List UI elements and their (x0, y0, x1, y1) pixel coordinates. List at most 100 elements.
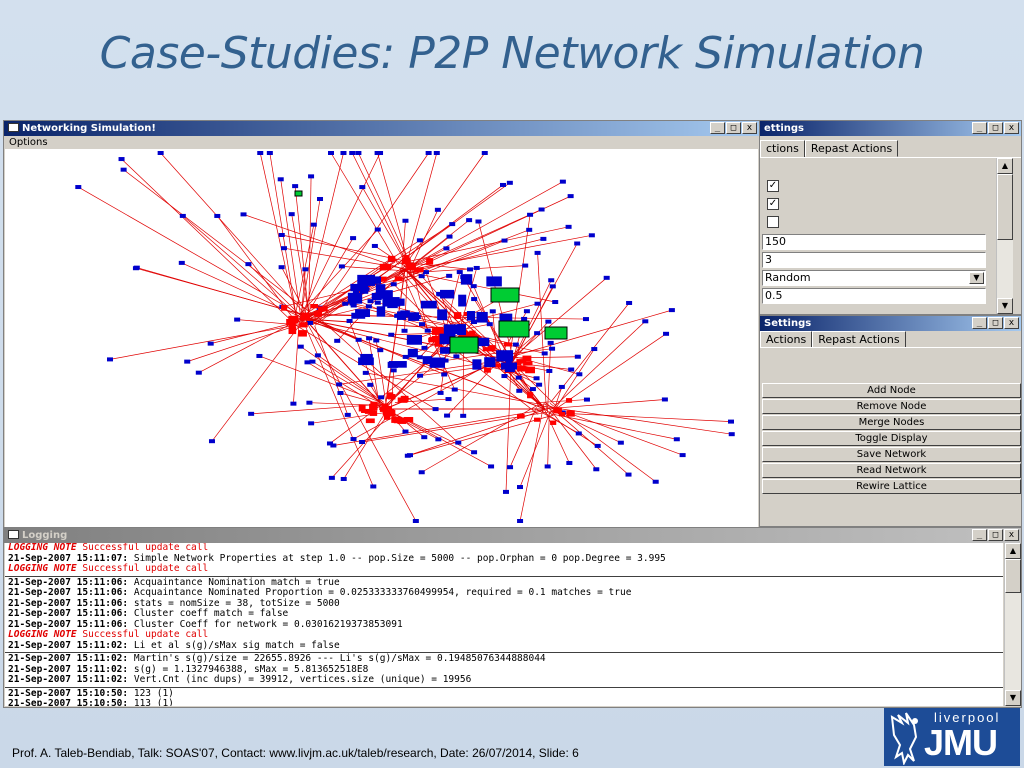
scroll-up-button[interactable]: ▲ (997, 158, 1013, 174)
peer-node (594, 443, 601, 448)
maximize-button[interactable]: □ (988, 529, 1003, 541)
rewire-lattice-button[interactable]: Rewire Lattice (762, 479, 1021, 494)
save-network-button[interactable]: Save Network (762, 447, 1021, 462)
tab-actions[interactable]: ctions (760, 140, 805, 157)
close-button[interactable]: x (1004, 317, 1019, 329)
minimize-button[interactable]: _ (972, 529, 987, 541)
peer-node (626, 300, 633, 305)
peer-node (416, 238, 423, 243)
minimize-button[interactable]: _ (972, 317, 987, 329)
log-timestamp: 21-Sep-2007 15:11:07: (8, 552, 129, 564)
peer-node (393, 298, 405, 306)
peer-node (449, 222, 456, 227)
peer-node (307, 320, 314, 325)
tab-repast-actions[interactable]: Repast Actions (804, 140, 899, 157)
network-edge (401, 220, 406, 273)
chevron-down-icon[interactable]: ▼ (969, 272, 984, 284)
checkbox-param-2[interactable]: ✓ (767, 198, 779, 210)
tab-repast-actions[interactable]: Repast Actions (812, 331, 906, 348)
scroll-down-button[interactable]: ▼ (997, 298, 1013, 314)
network-edge (243, 214, 409, 272)
checkbox-param-1[interactable]: ✓ (767, 180, 779, 192)
super-peer-node (490, 287, 520, 303)
close-button[interactable]: x (742, 122, 757, 134)
scroll-up-button[interactable]: ▲ (1005, 543, 1021, 559)
peer-node (567, 194, 574, 199)
network-edge (198, 317, 303, 373)
peer-node (437, 390, 444, 395)
param-field-3[interactable]: 0.5 (762, 288, 986, 304)
peer-node (344, 412, 351, 417)
param-field-1[interactable]: 150 (762, 234, 986, 250)
peer-node (359, 440, 366, 445)
param-dropdown[interactable]: Random ▼ (762, 270, 986, 286)
peer-node (541, 351, 548, 356)
maximize-button[interactable]: □ (988, 122, 1003, 134)
hub-cluster-node (310, 304, 319, 309)
peer-node (488, 464, 495, 469)
peer-node (365, 304, 372, 309)
network-edges (78, 152, 732, 522)
peer-node (583, 397, 590, 402)
peer-node (396, 311, 407, 320)
peer-node (668, 308, 675, 313)
scroll-thumb[interactable] (1005, 559, 1021, 593)
peer-node (642, 319, 649, 324)
log-message: s(g) = 1.1327946388, sMax = 5.813652518E… (133, 663, 369, 675)
network-graph-canvas[interactable] (5, 149, 758, 527)
peer-node (362, 370, 369, 375)
peer-node (568, 367, 575, 372)
logging-window: Logging _ □ x LOGGING NOTE Successful up… (3, 527, 1022, 708)
maximize-button[interactable]: □ (726, 122, 741, 134)
merge-nodes-button[interactable]: Merge Nodes (762, 415, 1021, 430)
peer-node (297, 344, 304, 349)
peer-node (337, 391, 344, 396)
peer-node (423, 270, 430, 275)
hub-cluster-node (523, 361, 533, 366)
peer-node (373, 338, 380, 343)
peer-node (506, 180, 513, 185)
checkbox-param-3[interactable] (767, 216, 779, 228)
tab-actions[interactable]: Actions (760, 331, 813, 348)
param-field-2[interactable]: 3 (762, 252, 986, 268)
settings-2-tabs: Actions Repast Actions (760, 331, 906, 348)
maximize-button[interactable]: □ (988, 317, 1003, 329)
minimize-button[interactable]: _ (710, 122, 725, 134)
toggle-display-button[interactable]: Toggle Display (762, 431, 1021, 446)
settings-1-scrollbar[interactable]: ▲ ▼ (996, 158, 1013, 314)
peer-node (549, 346, 556, 351)
network-window-titlebar[interactable]: Networking Simulation! (4, 121, 759, 136)
peer-node (433, 151, 440, 155)
add-node-button[interactable]: Add Node (762, 383, 1021, 398)
peer-node (593, 467, 600, 472)
log-output[interactable]: LOGGING NOTE Successful update call 21-Se… (5, 543, 1003, 706)
peer-node (388, 332, 395, 337)
peer-node (248, 411, 255, 416)
menu-options[interactable]: Options (9, 137, 48, 148)
peer-node (419, 322, 426, 327)
peer-node (371, 292, 382, 301)
peer-node (467, 267, 474, 272)
close-button[interactable]: x (1004, 122, 1019, 134)
hub-cluster-node (386, 392, 394, 399)
peer-node (460, 413, 467, 418)
read-network-button[interactable]: Read Network (762, 463, 1021, 478)
scroll-down-button[interactable]: ▼ (1005, 690, 1021, 706)
hub-cluster-node (370, 401, 378, 408)
peer-node (429, 357, 446, 368)
peer-node (317, 196, 324, 201)
peer-node (476, 311, 488, 323)
minimize-button[interactable]: _ (972, 122, 987, 134)
hub-cluster-node (313, 311, 323, 317)
peer-node (534, 331, 541, 336)
remove-node-button[interactable]: Remove Node (762, 399, 1021, 414)
logging-window-titlebar[interactable]: Logging (4, 528, 1021, 543)
peer-node (457, 324, 466, 336)
peer-node (545, 319, 552, 324)
peer-node (257, 151, 264, 155)
log-scrollbar[interactable]: ▲ ▼ (1004, 543, 1021, 706)
peer-node (178, 260, 185, 265)
hub-cluster-node (428, 337, 437, 342)
close-button[interactable]: x (1004, 529, 1019, 541)
scroll-thumb[interactable] (997, 174, 1013, 240)
